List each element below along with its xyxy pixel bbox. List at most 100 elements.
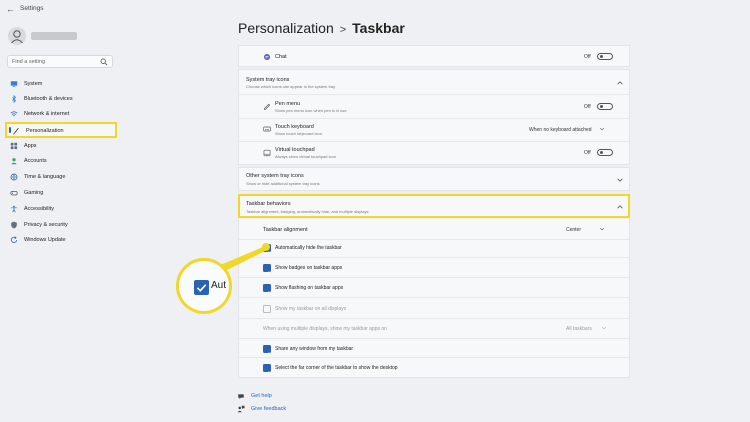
give-feedback-link[interactable]: Give feedback [237, 405, 286, 413]
pen-icon [263, 103, 271, 110]
show-on-all-displays-checkbox[interactable] [263, 305, 271, 313]
chevron-down-icon[interactable] [616, 176, 624, 184]
show-on-all-displays-label: Show my taskbar on all displays [275, 306, 347, 312]
username-redacted [31, 32, 77, 40]
breadcrumb-parent[interactable]: Personalization [238, 20, 334, 36]
sidebar-item-gaming[interactable]: Gaming [5, 186, 117, 200]
bluetooth-icon [12, 95, 17, 103]
avatar[interactable] [8, 27, 26, 45]
sidebar-item-system[interactable]: System [5, 77, 117, 91]
sidebar-item-bluetooth[interactable]: Bluetooth & devices [5, 92, 117, 106]
chevron-up-icon[interactable] [616, 203, 624, 211]
divider [239, 338, 629, 339]
chat-label: Chat [275, 54, 287, 60]
breadcrumb-separator: > [339, 24, 347, 36]
checkmark-icon [264, 371, 270, 376]
chat-toggle-state: Off [584, 54, 591, 60]
section-subtitle: Taskbar alignment, badging, automaticall… [246, 209, 369, 214]
taskbar-behaviors-content: Taskbar alignment Center Automatically h… [238, 219, 630, 378]
sidebar-item-windows-update[interactable]: Windows Update [5, 233, 117, 247]
section-title: Taskbar behaviors [246, 201, 291, 207]
virtual-touchpad-toggle-state: Off [584, 150, 591, 156]
search-placeholder: Find a setting [12, 59, 46, 65]
update-icon [11, 236, 18, 243]
apps-icon [10, 142, 18, 150]
share-window-label: Share any window from my taskbar [275, 346, 354, 352]
far-corner-checkbox[interactable] [263, 364, 271, 376]
sidebar-item-privacy-security[interactable]: Privacy & security [5, 218, 117, 232]
sidebar-item-accessibility[interactable]: Accessibility [5, 202, 117, 216]
system-tray-icons-section: System tray icons Choose which icons can… [238, 69, 630, 165]
divider [239, 118, 629, 119]
app-title: Settings [20, 5, 44, 12]
zoomed-checkbox [194, 280, 209, 295]
touchpad-icon [263, 149, 271, 157]
section-title: Other system tray icons [246, 173, 304, 179]
pen-menu-subtitle: Show pen menu icon when pen is in use [275, 108, 347, 113]
chat-row: Chat Off [238, 45, 630, 67]
chat-icon [263, 53, 271, 61]
divider [239, 257, 629, 258]
title-bar: ← Settings [0, 0, 750, 18]
divider [239, 94, 629, 95]
help-icon [238, 394, 244, 400]
other-system-tray-icons-section[interactable]: Other system tray icons Show or hide add… [238, 167, 630, 191]
sidebar-item-network[interactable]: Network & internet [5, 107, 117, 121]
virtual-touchpad-title: Virtual touchpad [275, 147, 315, 153]
accessibility-icon [11, 205, 17, 213]
share-window-checkbox[interactable] [263, 345, 271, 357]
show-flashing-label: Show flashing on taskbar apps [275, 285, 344, 291]
taskbar-behaviors-header[interactable]: Taskbar behaviors Taskbar alignment, bad… [238, 194, 630, 218]
keyboard-icon [263, 126, 271, 132]
active-indicator [9, 127, 11, 133]
chevron-down-icon[interactable] [601, 325, 607, 331]
pen-menu-title: Pen menu [275, 101, 301, 107]
person-icon [11, 158, 17, 165]
multi-display-dropdown[interactable]: All taskbars [566, 326, 592, 332]
divider [239, 277, 629, 278]
sidebar-item-apps[interactable]: Apps [5, 139, 117, 153]
sidebar-item-time-language[interactable]: Time & language [5, 170, 117, 184]
shield-icon [11, 221, 17, 229]
section-subtitle: Show or hide additional system tray icon… [246, 181, 320, 186]
wifi-icon [10, 111, 18, 117]
zoom-callout: Aut [176, 258, 232, 314]
section-title: System tray icons [246, 77, 290, 83]
virtual-touchpad-toggle[interactable] [597, 149, 613, 156]
person-icon [11, 30, 23, 44]
divider [239, 297, 629, 298]
far-corner-label: Select the far corner of the taskbar to … [275, 365, 398, 371]
chevron-down-icon[interactable] [599, 126, 605, 132]
chat-toggle[interactable] [597, 53, 613, 60]
touch-keyboard-title: Touch keyboard [275, 124, 314, 130]
search-input[interactable]: Find a setting [7, 55, 113, 68]
checkmark-icon [264, 291, 270, 296]
pen-menu-toggle-state: Off [584, 104, 591, 110]
feedback-icon [237, 405, 245, 413]
zoomed-text: Aut [211, 280, 227, 291]
brush-icon [12, 127, 19, 135]
get-help-link[interactable]: Get help [238, 393, 272, 400]
sidebar-item-accounts[interactable]: Accounts [5, 154, 117, 168]
virtual-touchpad-subtitle: Always show virtual touchpad icon [275, 154, 336, 159]
auto-hide-label: Automatically hide the taskbar [275, 245, 342, 251]
breadcrumb: Personalization > Taskbar [238, 20, 405, 36]
page-title: Taskbar [352, 20, 405, 36]
search-icon [100, 58, 108, 66]
show-flashing-checkbox[interactable] [263, 284, 271, 296]
divider [239, 357, 629, 358]
divider [239, 239, 629, 240]
taskbar-alignment-label: Taskbar alignment [263, 227, 308, 233]
touch-keyboard-subtitle: Show touch keyboard icon [275, 131, 322, 136]
pen-menu-toggle[interactable] [597, 103, 613, 110]
divider [239, 141, 629, 142]
touch-keyboard-dropdown[interactable]: When no keyboard attached [529, 127, 592, 133]
chevron-down-icon[interactable] [599, 226, 605, 232]
section-subtitle: Choose which icons can appear in the sys… [246, 84, 336, 89]
back-arrow-icon[interactable]: ← [6, 4, 15, 14]
chevron-up-icon[interactable] [616, 79, 624, 87]
taskbar-alignment-dropdown[interactable]: Center [566, 227, 581, 233]
sidebar-item-personalization[interactable]: Personalization [5, 122, 117, 138]
show-badges-label: Show badges on taskbar apps [275, 265, 343, 271]
checkmark-icon [196, 284, 207, 292]
